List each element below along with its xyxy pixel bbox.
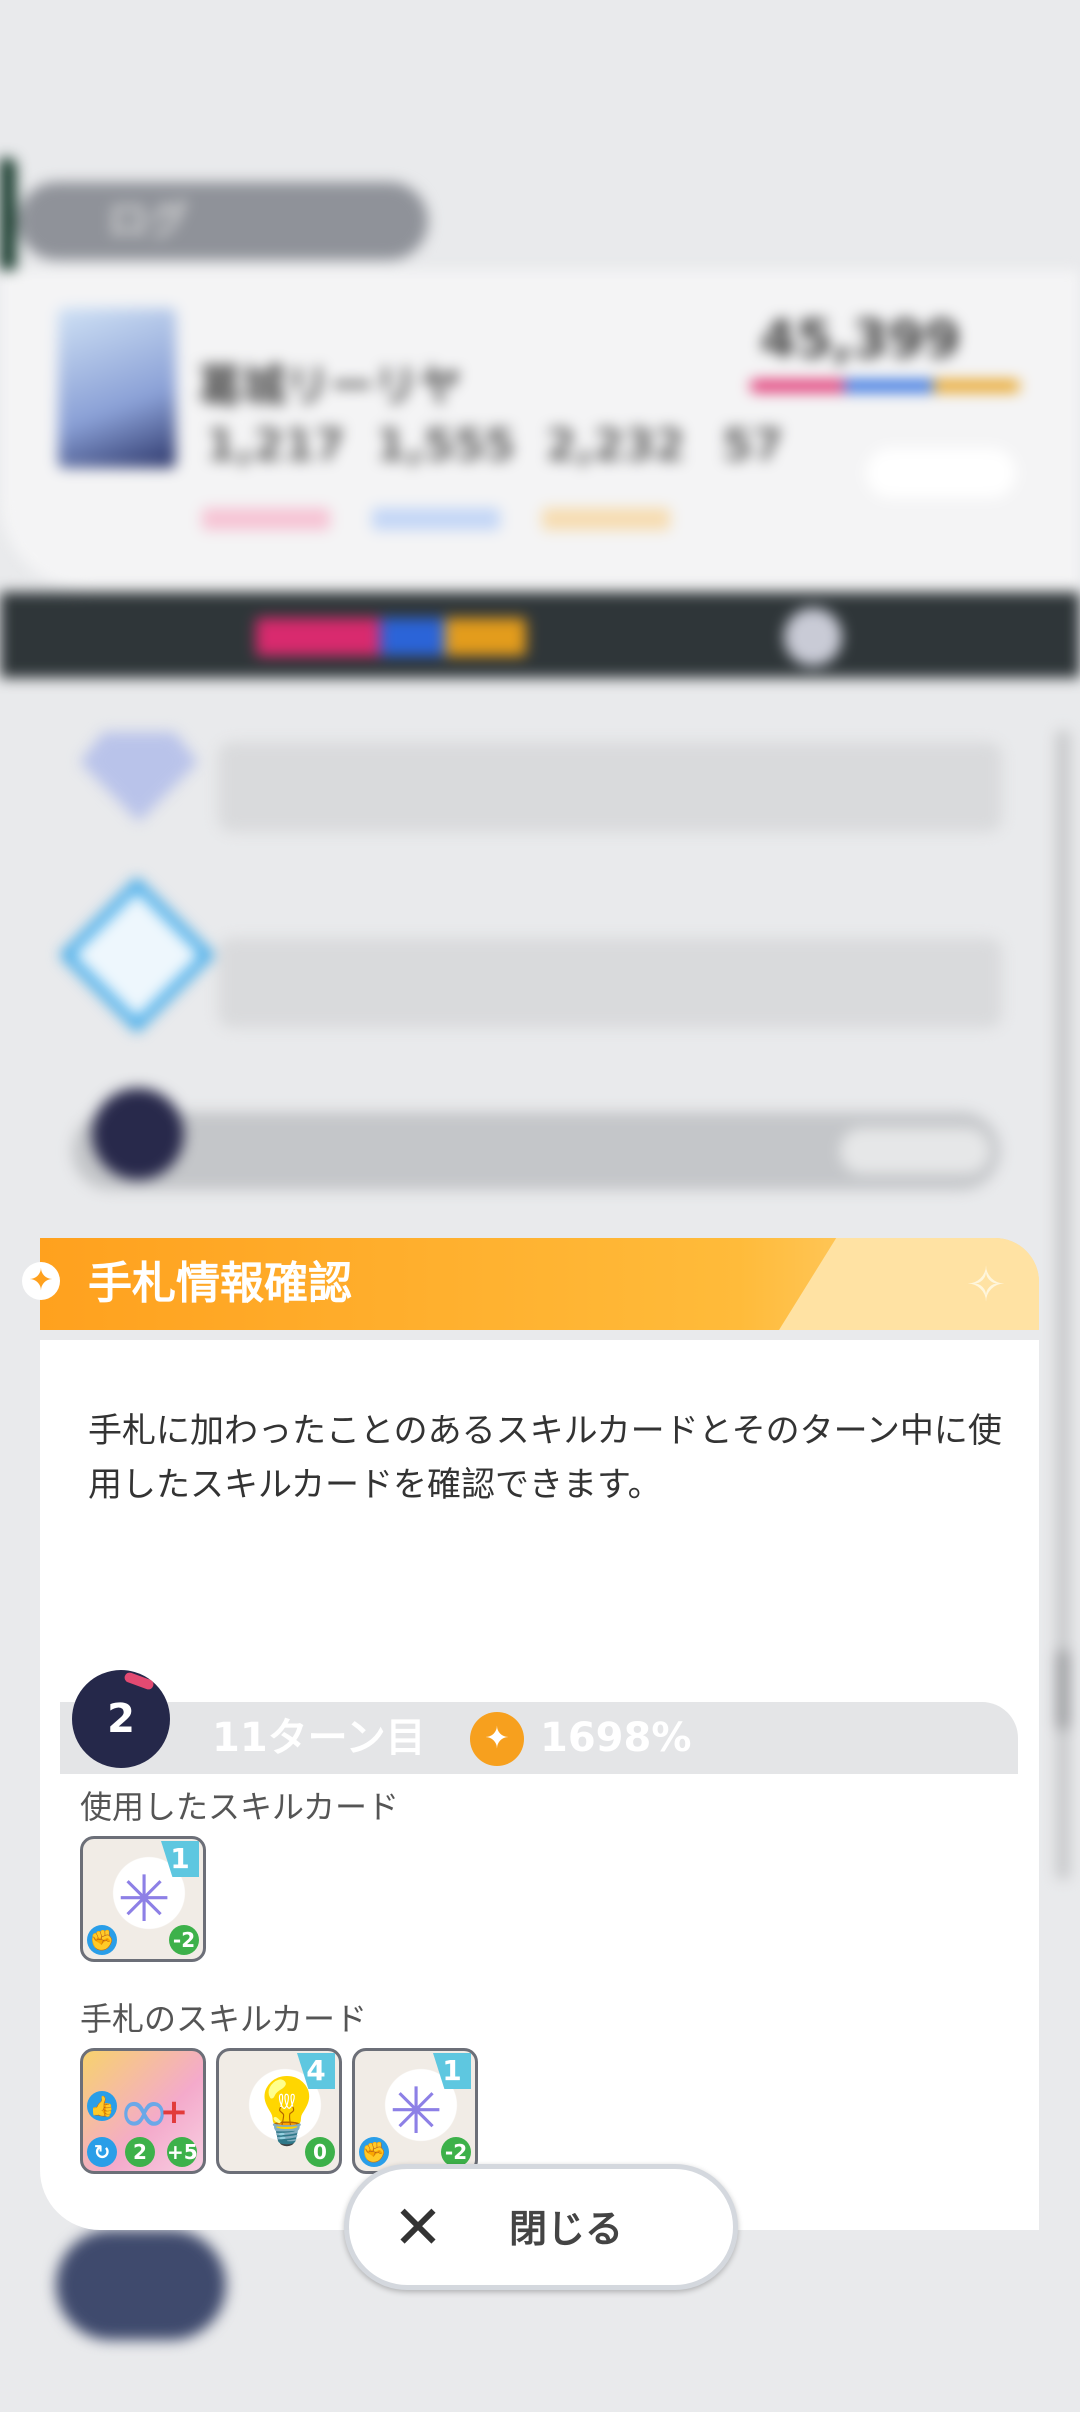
back-arrows-icon (56, 2230, 226, 2340)
skill-card[interactable]: ∞ 👍 + ↻ 2 +5 (80, 2048, 206, 2174)
lightbulb-card-art-icon: 💡 (247, 2075, 327, 2149)
close-button[interactable]: ✕ 閉じる (344, 2164, 738, 2290)
plus-icon: + (159, 2092, 189, 2132)
cycle-icon: ↻ (87, 2137, 117, 2167)
detail-pill-button (866, 448, 1016, 498)
skill-card[interactable]: ✳ 1 ✊ -2 (352, 2048, 478, 2174)
scrollbar-thumb (1056, 1650, 1070, 1730)
log-row (218, 742, 1002, 832)
visual-bar (542, 508, 670, 530)
idol-avatar (58, 308, 176, 468)
stat-dance: 1,555 (376, 420, 516, 471)
log-row (218, 938, 1002, 1028)
header-marker-icon: ✦ (22, 1262, 60, 1300)
modal-body: 手札に加わったことのあるスキルカードとそのターン中に使用したスキルカードを確認で… (40, 1340, 1039, 2230)
modal-title: 手札情報確認 (88, 1258, 352, 1309)
dance-bar (372, 508, 500, 530)
turn-detail-pill (840, 1128, 990, 1174)
turn-score: 1698% (540, 1715, 692, 1761)
card-badge-b: +5 (167, 2137, 198, 2167)
turn-bar (60, 1702, 1018, 1774)
score-icon: ✦ (470, 1712, 524, 1766)
stamina-badge: -2 (441, 2137, 471, 2167)
criteria-bar (0, 592, 1080, 678)
sparkle-icon: ✧ (965, 1257, 1007, 1313)
stat-visual: 2,232 (546, 420, 686, 471)
log-tab: ログ (18, 182, 428, 260)
criteria-meter (256, 618, 526, 656)
vocal-bar (202, 508, 330, 530)
hand-cards-label: 手札のスキルカード (80, 2000, 368, 2038)
fist-icon: ✊ (87, 1925, 117, 1955)
stat-extra: 57 (722, 420, 784, 471)
used-cards-label: 使用したスキルカード (80, 1788, 400, 1826)
close-icon: ✕ (392, 2193, 444, 2263)
stage-icon (784, 608, 842, 666)
diamond-icon (59, 877, 215, 1033)
total-score: 45,399 (760, 310, 961, 370)
close-button-label: 閉じる (509, 2207, 624, 2251)
sparkle-card-art-icon: ✳ (117, 1863, 171, 1937)
hand-info-modal: 手札情報確認 ✧ 手札に加わったことのあるスキルカードとそのターン中に使用したス… (40, 1238, 1039, 2230)
stat-vocal: 1,217 (206, 420, 346, 471)
stamina-badge: 0 (305, 2137, 335, 2167)
skill-card[interactable]: 💡 4 0 (216, 2048, 342, 2174)
card-badge-a: 2 (125, 2137, 155, 2167)
turn-circle-bg (92, 1088, 184, 1180)
skill-card[interactable]: ✳ 1 ✊ -2 (80, 1836, 206, 1962)
turn-stage-badge: 2 (72, 1670, 170, 1768)
modal-description: 手札に加わったことのあるスキルカードとそのターン中に使用したスキルカードを確認で… (88, 1411, 1002, 1505)
turn-label: 11ターン目 (212, 1715, 426, 1761)
sparkle-card-art-icon: ✳ (389, 2075, 443, 2149)
stamina-badge: -2 (169, 1925, 199, 1955)
idol-name: 葛城リーリヤ (198, 361, 462, 412)
thumbs-up-icon: 👍 (87, 2091, 117, 2121)
score-bar (750, 380, 1020, 392)
gem-icon (80, 732, 198, 822)
modal-header: 手札情報確認 ✧ (40, 1238, 1039, 1330)
fist-icon: ✊ (359, 2137, 389, 2167)
